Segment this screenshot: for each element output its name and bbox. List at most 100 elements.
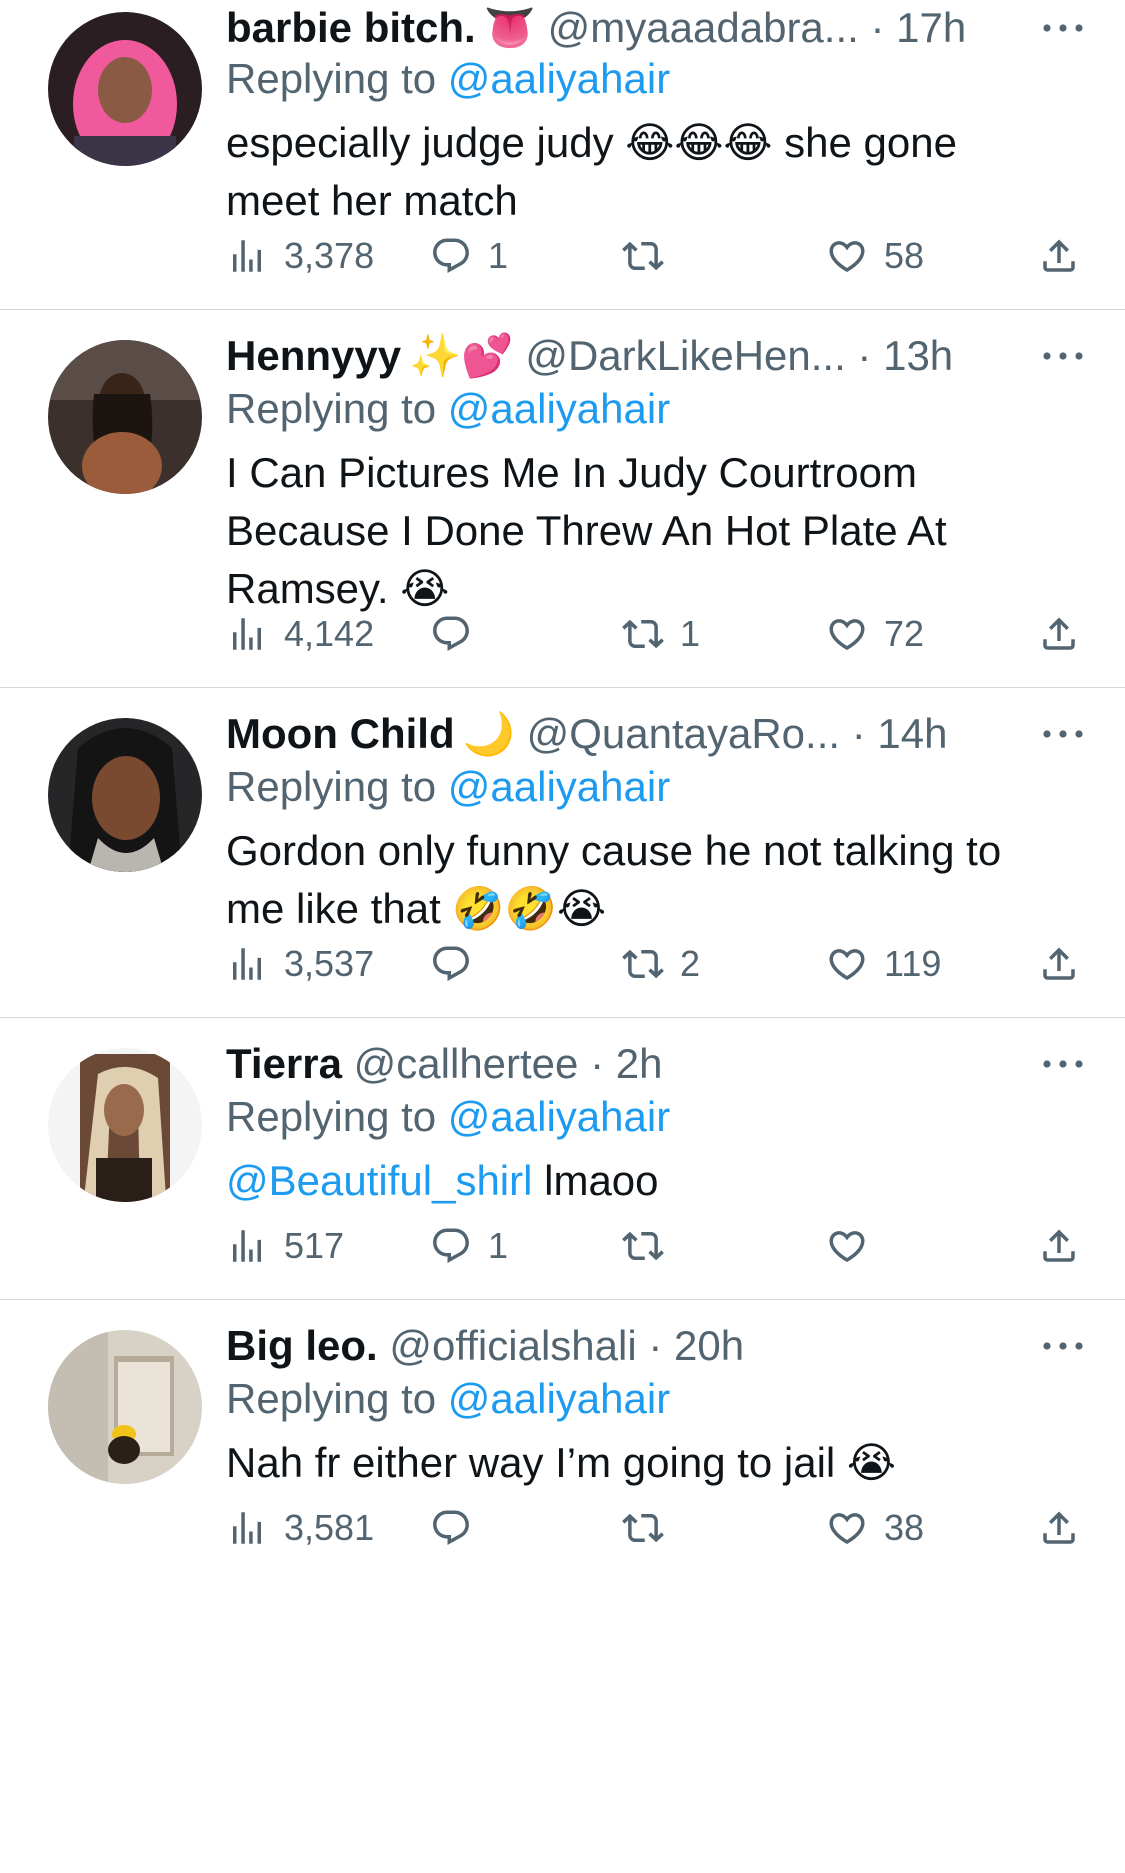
retweet-button[interactable]: 1: [622, 604, 700, 664]
tweet[interactable]: Big leo. @officialshali · 20h Replying t…: [0, 1300, 1125, 1873]
like-icon: [826, 235, 868, 277]
more-options-icon[interactable]: [1039, 722, 1087, 746]
user-handle[interactable]: @QuantayaRo...: [527, 710, 840, 757]
timestamp[interactable]: 20h: [674, 1322, 744, 1369]
like-icon: [826, 943, 868, 985]
share-button[interactable]: [1038, 934, 1080, 994]
views-button[interactable]: 3,537: [226, 934, 374, 994]
display-name[interactable]: Tierra: [226, 1040, 342, 1087]
avatar[interactable]: [48, 718, 202, 872]
avatar[interactable]: [48, 1330, 202, 1484]
reply-button[interactable]: [430, 1498, 488, 1558]
timestamp[interactable]: 2h: [616, 1040, 663, 1087]
share-button[interactable]: [1038, 226, 1080, 286]
replying-label: Replying to: [226, 1093, 448, 1140]
like-count: 119: [884, 943, 942, 984]
more-options-icon[interactable]: [1039, 16, 1087, 40]
like-icon: [826, 1225, 868, 1267]
tweet-text: Gordon only funny cause he not talking t…: [226, 822, 1085, 938]
user-handle[interactable]: @DarkLikeHen...: [525, 332, 845, 379]
share-icon: [1038, 1225, 1080, 1267]
more-options-icon[interactable]: [1039, 1052, 1087, 1076]
avatar[interactable]: [48, 12, 202, 166]
tweet-text-line: me like that 🤣🤣😭: [226, 885, 607, 932]
like-button[interactable]: 58: [826, 226, 924, 286]
separator-dot: ·: [845, 332, 884, 379]
share-button[interactable]: [1038, 604, 1080, 664]
user-handle[interactable]: @officialshali: [389, 1322, 636, 1369]
views-count: 3,378: [284, 235, 375, 276]
tweet[interactable]: Moon Child 🌙 @QuantayaRo... · 14h Replyin…: [0, 688, 1125, 1018]
share-button[interactable]: [1038, 1498, 1080, 1558]
tweet[interactable]: barbie bitch. 👅 @myaaadabra... · 17h Repl…: [0, 0, 1125, 310]
reply-button[interactable]: 1: [430, 226, 508, 286]
tweet-actions: 4,142 1 72: [226, 604, 1125, 664]
views-icon: [226, 943, 268, 985]
tweet-actions: 3,537 2 119: [226, 934, 1125, 994]
tweet[interactable]: Tierra @callhertee · 2h Replying to @aal…: [0, 1018, 1125, 1300]
views-icon: [226, 1225, 268, 1267]
retweet-button[interactable]: [622, 1498, 680, 1558]
tweet-text-line: Because I Done Threw An Hot Plate At: [226, 507, 947, 554]
tweet-text-line: Gordon only funny cause he not talking t…: [226, 827, 1002, 874]
views-count: 517: [284, 1225, 345, 1266]
replying-handle-link[interactable]: @aaliyahair: [448, 385, 670, 432]
user-handle[interactable]: @myaaadabra...: [548, 4, 859, 51]
views-button[interactable]: 4,142: [226, 604, 374, 664]
like-count: 58: [884, 235, 925, 276]
like-button[interactable]: 72: [826, 604, 924, 664]
timestamp[interactable]: 14h: [877, 710, 947, 757]
avatar[interactable]: [48, 1048, 202, 1202]
reply-icon: [430, 235, 472, 277]
name-emoji: 👅: [483, 3, 536, 52]
retweet-button[interactable]: 2: [622, 934, 700, 994]
like-button[interactable]: 38: [826, 1498, 924, 1558]
separator-dot: ·: [578, 1040, 616, 1087]
like-button[interactable]: [826, 1216, 884, 1276]
display-name[interactable]: Big leo.: [226, 1322, 378, 1369]
tweet-text: @Beautiful_shirl lmaoo: [226, 1152, 1085, 1210]
timestamp[interactable]: 13h: [883, 332, 953, 379]
display-name[interactable]: barbie bitch.: [226, 4, 476, 51]
tweet-actions: 3,581 38: [226, 1498, 1125, 1558]
tweet[interactable]: Hennyyy ✨💕 @DarkLikeHen... · 13h Replying…: [0, 310, 1125, 688]
retweet-icon: [622, 235, 664, 277]
reply-button[interactable]: [430, 604, 488, 664]
reply-button[interactable]: 1: [430, 1216, 508, 1276]
more-options-icon[interactable]: [1039, 344, 1087, 368]
replying-label: Replying to: [226, 385, 448, 432]
avatar[interactable]: [48, 340, 202, 494]
tweet-text-line: especially judge judy 😂😂😂 she gone: [226, 119, 957, 166]
replying-handle-link[interactable]: @aaliyahair: [448, 1093, 670, 1140]
retweet-button[interactable]: [622, 1216, 680, 1276]
views-icon: [226, 613, 268, 655]
replying-handle-link[interactable]: @aaliyahair: [448, 763, 670, 810]
tweet-text-line: meet her match: [226, 177, 518, 224]
reply-icon: [430, 613, 472, 655]
views-button[interactable]: 3,581: [226, 1498, 374, 1558]
more-options-icon[interactable]: [1039, 1334, 1087, 1358]
text-mention-link[interactable]: @Beautiful_shirl: [226, 1157, 532, 1204]
retweet-count: 2: [680, 943, 701, 984]
separator-dot: ·: [636, 1322, 674, 1369]
retweet-icon: [622, 1507, 664, 1549]
views-button[interactable]: 517: [226, 1216, 344, 1276]
views-icon: [226, 235, 268, 277]
tweet-text-line: I Can Pictures Me In Judy Courtroom: [226, 449, 917, 496]
replying-handle-link[interactable]: @aaliyahair: [448, 55, 670, 102]
views-count: 3,537: [284, 943, 375, 984]
timestamp[interactable]: 17h: [896, 4, 966, 51]
share-button[interactable]: [1038, 1216, 1080, 1276]
retweet-button[interactable]: [622, 226, 680, 286]
reply-button[interactable]: [430, 934, 488, 994]
display-name[interactable]: Moon Child: [226, 710, 455, 757]
views-button[interactable]: 3,378: [226, 226, 374, 286]
tweet-text: Nah fr either way I’m going to jail 😭: [226, 1434, 1085, 1492]
like-button[interactable]: 119: [826, 934, 941, 994]
display-name[interactable]: Hennyyy: [226, 332, 401, 379]
replying-to: Replying to @aaliyahair: [226, 380, 670, 438]
replying-handle-link[interactable]: @aaliyahair: [448, 1375, 670, 1422]
share-icon: [1038, 235, 1080, 277]
replying-label: Replying to: [226, 1375, 448, 1422]
user-handle[interactable]: @callhertee: [354, 1040, 579, 1087]
